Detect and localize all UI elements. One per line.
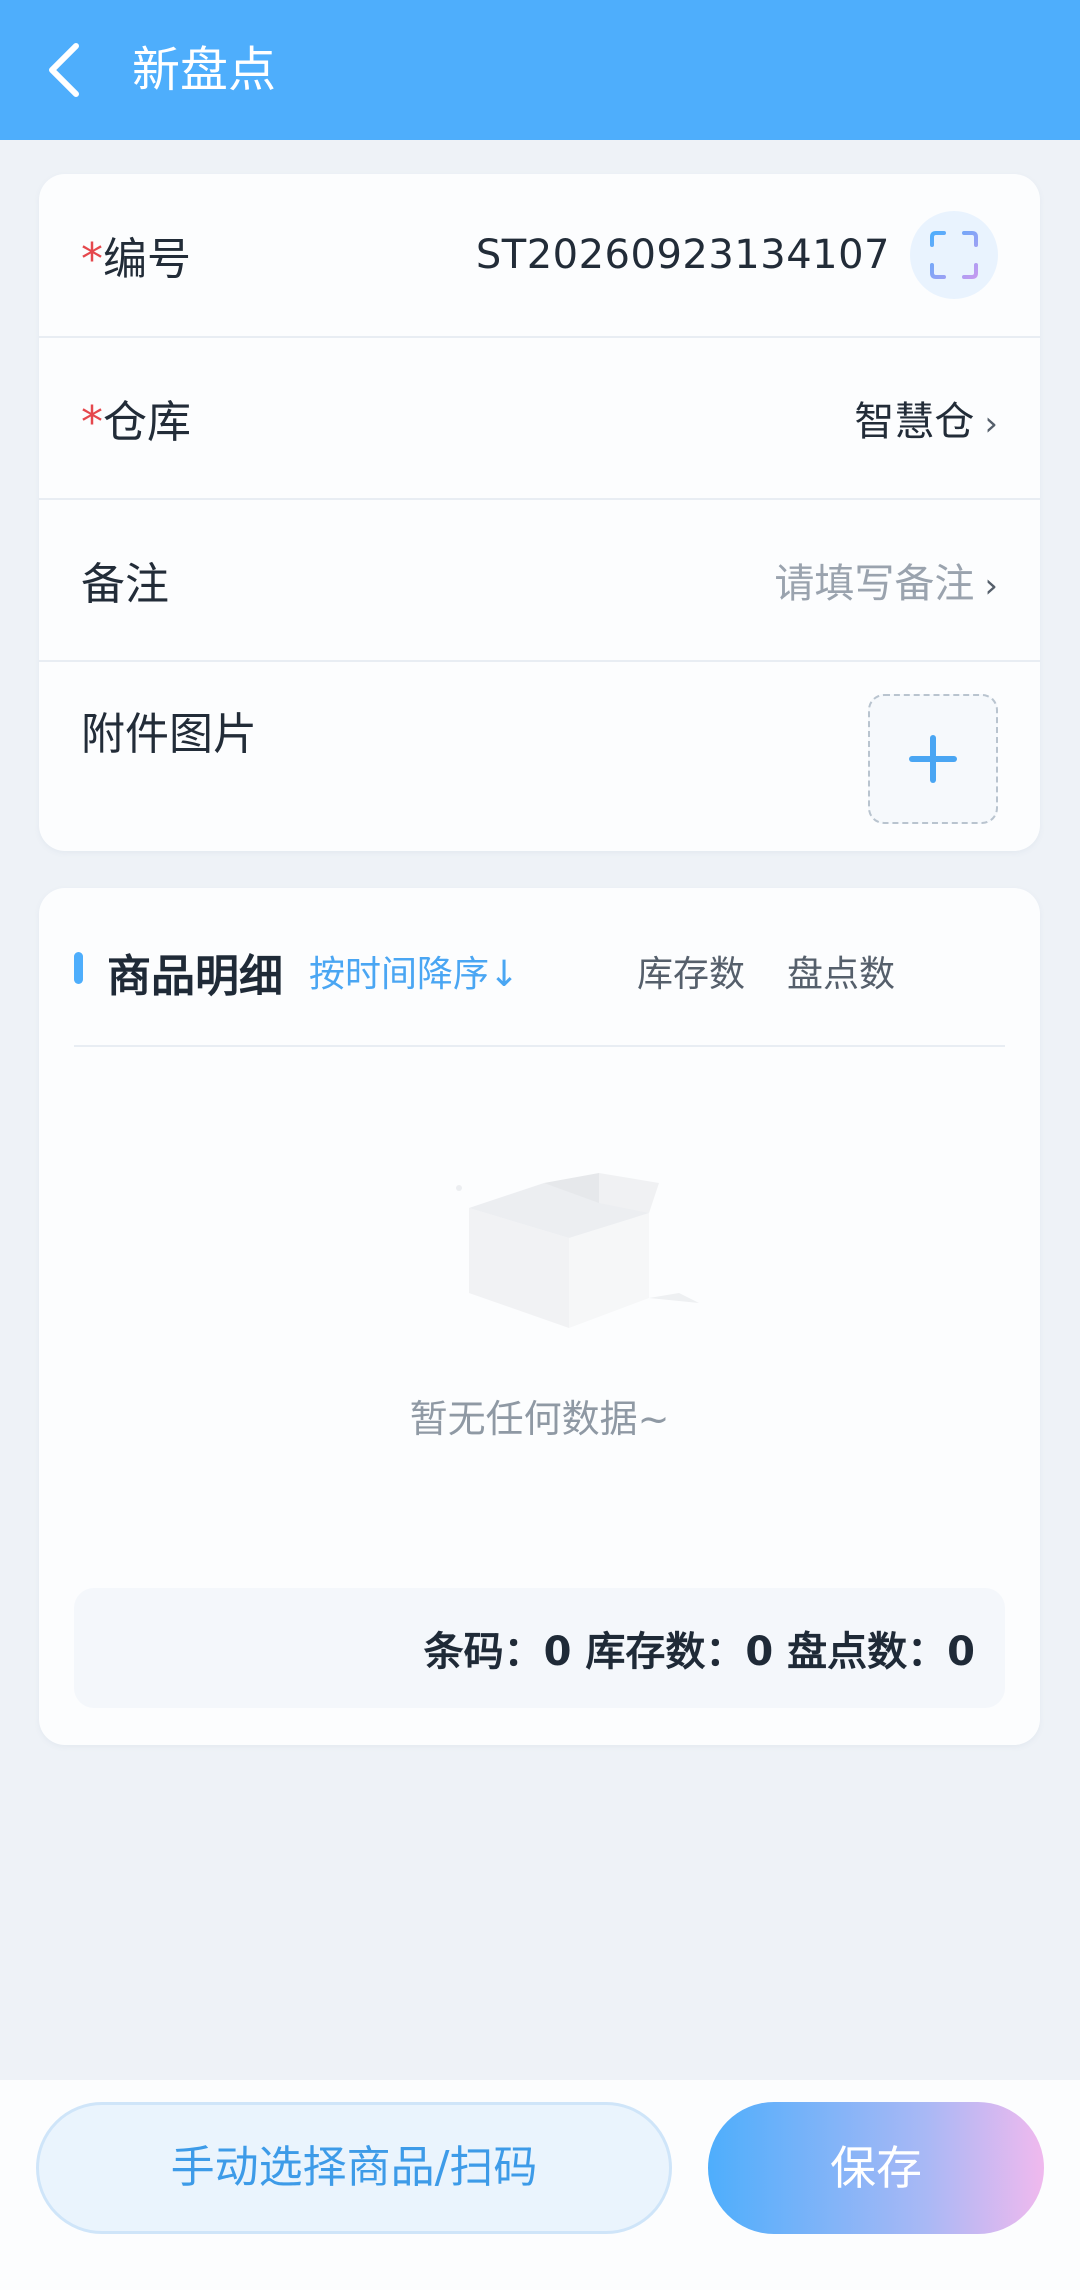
chevron-right-icon: ›	[984, 566, 998, 606]
empty-box-icon	[456, 1173, 699, 1328]
scan-button[interactable]	[910, 211, 998, 299]
app-header: 新盘点	[0, 0, 1080, 140]
manual-select-button[interactable]: 手动选择商品/扫码	[36, 2102, 672, 2234]
sort-label: 按时间降序	[309, 954, 490, 995]
remark-label: 备注	[81, 559, 169, 610]
required-mark: *	[81, 397, 103, 448]
page-title: 新盘点	[132, 42, 277, 98]
section-marker	[74, 952, 83, 984]
empty-state-text: 暂无任何数据~	[409, 1397, 670, 1441]
summary-bar: 条码：0 库存数：0 盘点数：0	[74, 1588, 1005, 1708]
chevron-right-icon: ›	[984, 404, 998, 444]
required-mark: *	[81, 234, 103, 285]
plus-icon	[909, 735, 957, 783]
save-button[interactable]: 保存	[708, 2102, 1044, 2234]
column-header-stock: 库存数	[637, 954, 746, 995]
warehouse-label: *仓库	[81, 386, 191, 450]
attachment-label: 附件图片	[81, 709, 257, 760]
divider	[74, 1045, 1005, 1047]
bottom-action-bar: 手动选择商品/扫码 保存	[0, 2080, 1080, 2290]
code-value: ST20260923134107	[475, 232, 890, 278]
warehouse-select[interactable]: 智慧仓 ›	[854, 389, 998, 447]
summary-text: 条码：0 库存数：0 盘点数：0	[423, 1629, 975, 1675]
add-image-button[interactable]	[868, 694, 998, 824]
warehouse-row[interactable]: *仓库 智慧仓 ›	[39, 336, 1040, 498]
section-title: 商品明细	[107, 951, 283, 1002]
inventory-form-card: *编号 ST20260923134107 *仓库 智慧仓 › 备注 请填写备注 › …	[39, 174, 1040, 851]
chevron-left-icon	[49, 43, 79, 97]
remark-row[interactable]: 备注 请填写备注 ›	[39, 498, 1040, 660]
sort-toggle[interactable]: 按时间降序↓	[309, 945, 519, 997]
back-button[interactable]	[38, 30, 98, 110]
attachment-row: 附件图片	[39, 660, 1040, 851]
code-row: *编号 ST20260923134107	[39, 174, 1040, 336]
remark-input[interactable]: 请填写备注 ›	[774, 551, 998, 609]
arrow-down-icon: ↓	[489, 954, 520, 995]
code-label: *编号	[81, 223, 191, 287]
column-header-count: 盘点数	[787, 954, 896, 995]
warehouse-value: 智慧仓	[854, 399, 975, 445]
remark-placeholder: 请填写备注	[774, 561, 975, 607]
code-label-text: 编号	[103, 234, 191, 285]
product-detail-card: 商品明细 按时间降序↓ 库存数 盘点数 暂无任何数据~ 条码：0 库存数：0 盘…	[39, 888, 1040, 1745]
scan-icon	[928, 231, 980, 279]
warehouse-label-text: 仓库	[103, 397, 191, 448]
